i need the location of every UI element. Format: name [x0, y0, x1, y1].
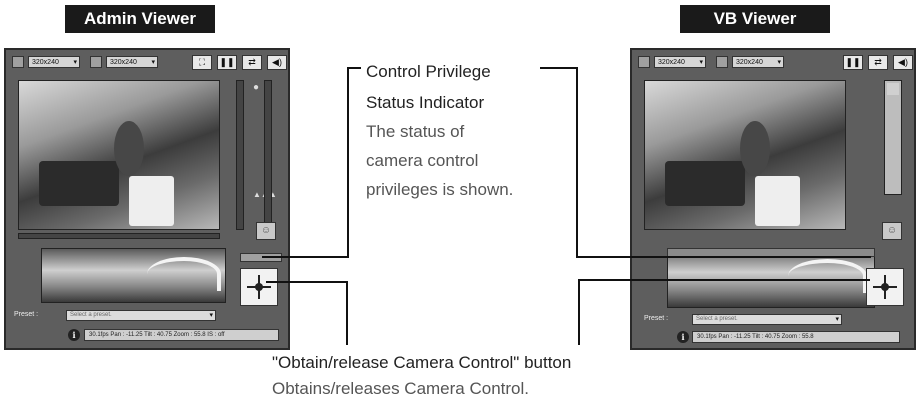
switch-button[interactable]: ⇄ [868, 55, 888, 70]
info-icon[interactable]: i [677, 331, 689, 343]
status-leader-top-right [540, 67, 578, 69]
video-size-icon [12, 56, 24, 68]
crosshair-icon [255, 283, 263, 291]
admin-zoom-track[interactable] [264, 80, 272, 230]
switch-button[interactable]: ⇄ [242, 55, 262, 70]
pause-button[interactable]: ❚❚ [217, 55, 237, 70]
status-leader-right-vertical [576, 67, 578, 258]
chevron-down-icon: ▾ [699, 59, 703, 66]
status-callout-desc-1: The status of [366, 122, 465, 141]
chevron-down-icon: ▾ [835, 316, 839, 323]
display-size-icon [90, 56, 102, 68]
vb-display-size-select[interactable]: 320x240 ▾ [732, 56, 784, 68]
button-leader-left-vertical [346, 281, 348, 345]
admin-display-size-select[interactable]: 320x240 ▾ [106, 56, 158, 68]
person-icon[interactable]: ☺ [256, 222, 276, 240]
admin-info-bar: 30.1fps Pan : -11.25 Tilt : 40.75 Zoom :… [84, 329, 279, 341]
chevron-down-icon: ▾ [73, 59, 77, 66]
vb-viewer-window: 320x240 ▾ 320x240 ▾ ❚❚ ⇄ ◀) ☺ Preset : Sel… [630, 48, 916, 350]
display-size-icon [716, 56, 728, 68]
status-callout-desc-3: privileges is shown. [366, 180, 514, 199]
vb-viewer-title: VB Viewer [680, 5, 830, 33]
pause-button[interactable]: ❚❚ [843, 55, 863, 70]
chevron-down-icon: ▾ [777, 59, 781, 66]
status-leader-top-left [347, 67, 361, 69]
status-leader-right-horizontal [576, 256, 871, 258]
vb-camera-image[interactable] [644, 80, 846, 230]
chevron-down-icon: ▾ [209, 312, 213, 319]
admin-video-size-select[interactable]: 320x240 ▾ [28, 56, 80, 68]
vb-preset-select[interactable]: Select a preset. ▾ [692, 314, 842, 325]
admin-preset-select[interactable]: Select a preset. ▾ [66, 310, 216, 321]
info-icon[interactable]: i [68, 329, 80, 341]
status-callout-title-1: Control Privilege [366, 62, 491, 81]
admin-obtain-release-control-button[interactable] [240, 268, 278, 306]
status-indicator-callout: Control Privilege Status Indicator The s… [366, 57, 513, 204]
vb-obtain-release-control-button[interactable] [866, 268, 904, 306]
admin-camera-image[interactable] [18, 80, 220, 230]
vb-info-bar: 30.1fps Pan : -11.25 Tilt : 40.75 Zoom :… [692, 331, 900, 343]
status-callout-desc-2: camera control [366, 151, 479, 170]
zoom-slider-knob[interactable] [887, 83, 899, 95]
button-leader-right-vertical [578, 279, 580, 345]
status-callout-title-2: Status Indicator [366, 93, 485, 112]
vb-zoom-slider[interactable] [884, 80, 902, 195]
vb-video-size-select[interactable]: 320x240 ▾ [654, 56, 706, 68]
status-leader-left-vertical [347, 67, 349, 258]
fullscreen-button[interactable]: ⛶ [192, 55, 212, 70]
admin-toolbar: 320x240 ▾ 320x240 ▾ ⛶ ❚❚ ⇄ ◀) [10, 54, 287, 72]
admin-viewer-title: Admin Viewer [65, 5, 215, 33]
preset-label: Preset : [644, 315, 669, 322]
admin-panorama-image[interactable] [41, 248, 226, 303]
admin-zoom-slider[interactable] [236, 80, 244, 230]
crosshair-icon [881, 283, 889, 291]
audio-button[interactable]: ◀) [893, 55, 913, 70]
status-leader-left-horizontal [262, 256, 349, 258]
control-button-callout-desc: Obtains/releases Camera Control. [272, 379, 530, 398]
admin-horizontal-scroll[interactable] [18, 233, 220, 239]
preset-label: Preset : [14, 311, 39, 318]
button-leader-right-horizontal [578, 279, 870, 281]
zoom-wide-icon: ● [253, 82, 260, 93]
vb-toolbar: 320x240 ▾ 320x240 ▾ ❚❚ ⇄ ◀) [636, 54, 913, 72]
chevron-down-icon: ▾ [151, 59, 155, 66]
video-size-icon [638, 56, 650, 68]
button-leader-left-horizontal [266, 281, 348, 283]
admin-viewer-window: 320x240▾ 320x240▾ ⛶ ❚❚ ⇄ ◀) ● ▲▲▲ ☺ Pres… [4, 48, 290, 350]
control-button-callout-title: "Obtain/release Camera Control" button [272, 353, 572, 372]
person-icon[interactable]: ☺ [882, 222, 902, 240]
audio-button[interactable]: ◀) [267, 55, 287, 70]
